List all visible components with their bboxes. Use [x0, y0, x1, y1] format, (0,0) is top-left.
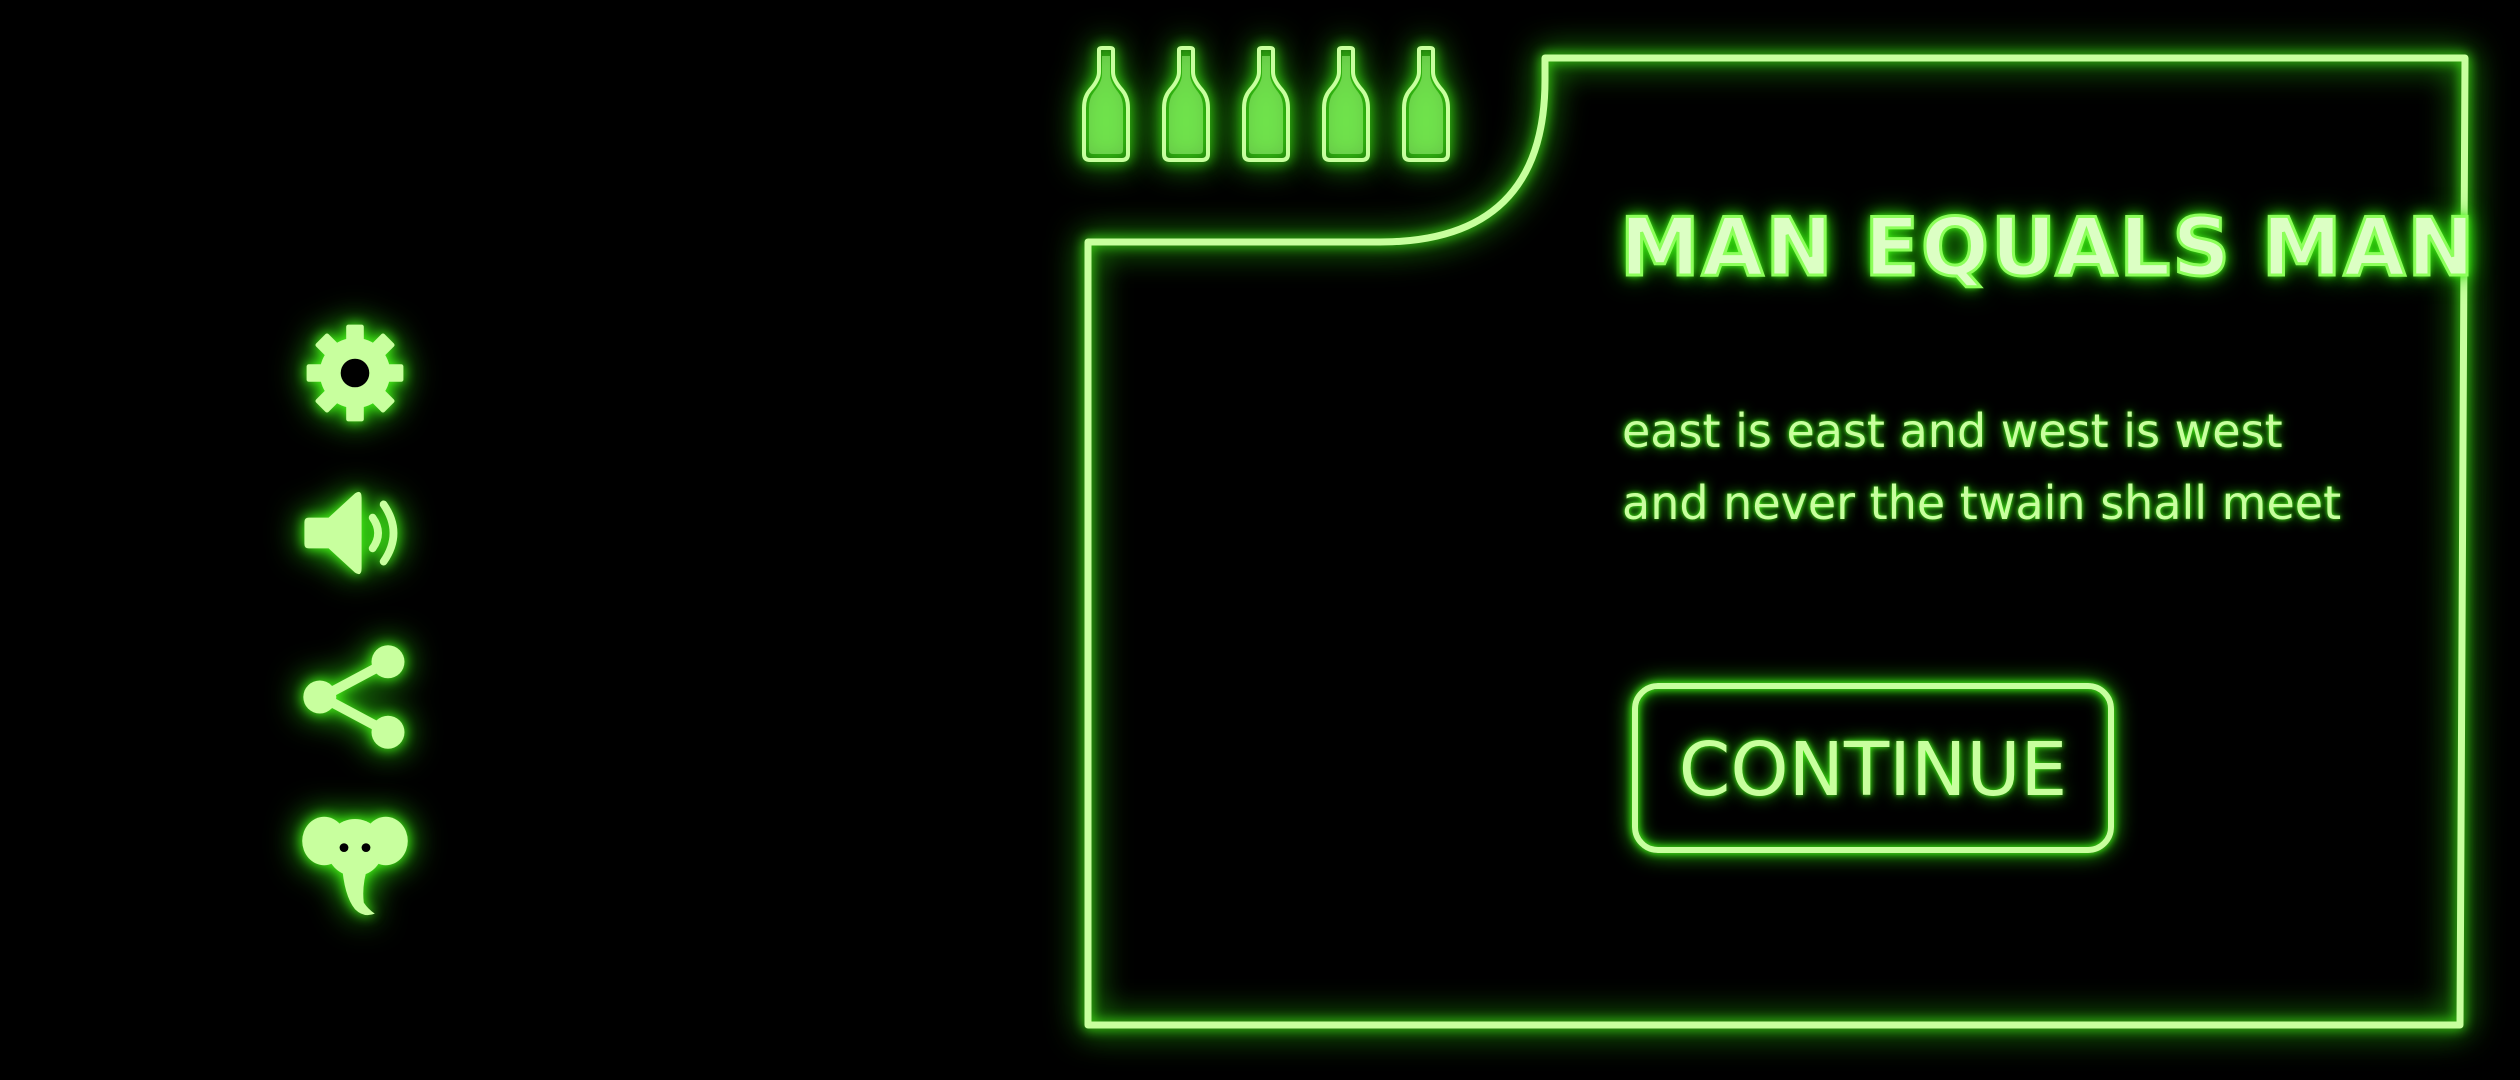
speaker-icon [304, 491, 398, 575]
settings-button[interactable] [300, 318, 410, 428]
sound-button[interactable] [300, 478, 410, 588]
bottle-icon [1238, 46, 1294, 164]
bottle-icon [1398, 46, 1454, 164]
continue-button[interactable]: CONTINUE [1632, 683, 2114, 853]
more-games-button[interactable] [300, 808, 410, 918]
share-button[interactable] [300, 642, 410, 752]
bottle-icon [1318, 46, 1374, 164]
bottle-icon [1078, 46, 1134, 164]
level-title: MAN EQUALS MAN [1619, 201, 2477, 294]
elephant-icon [302, 816, 408, 916]
gear-icon [306, 324, 404, 422]
bottle-icon [1158, 46, 1214, 164]
message-line: east is east and west is west [1622, 404, 2283, 458]
share-icon [303, 645, 405, 749]
message-line: and never the twain shall meet [1622, 476, 2342, 530]
